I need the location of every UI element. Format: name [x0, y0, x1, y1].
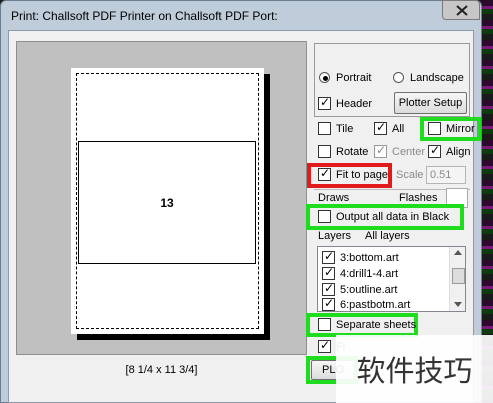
center-checkbox[interactable]	[374, 143, 387, 158]
fit-to-page-checkbox[interactable]	[318, 166, 331, 181]
layer-checkbox[interactable]	[322, 281, 335, 296]
layer-item[interactable]: 5:outline.art	[340, 284, 397, 296]
watermark: 软件技巧	[336, 335, 493, 403]
layer-checkbox[interactable]	[322, 249, 335, 264]
scale-input[interactable]: 0.51	[426, 166, 466, 184]
layer-item[interactable]: 4:drill1-4.art	[340, 268, 398, 280]
tile-label[interactable]: Tile	[336, 123, 353, 135]
separate-sheets-checkbox[interactable]	[318, 318, 331, 331]
all-label[interactable]: All	[392, 123, 404, 135]
all-checkbox[interactable]	[374, 120, 387, 135]
layer-checkbox[interactable]	[322, 296, 335, 311]
layers-scrollbar[interactable]	[449, 247, 465, 311]
output-black-label[interactable]: Output all data in Black	[336, 211, 449, 223]
scale-label: Scale	[396, 169, 424, 181]
output-black-checkbox[interactable]	[318, 210, 331, 223]
draws-label: Draws	[318, 192, 350, 204]
plotter-setup-button[interactable]: Plotter Setup	[394, 92, 467, 114]
portrait-label[interactable]: Portrait	[336, 72, 371, 84]
landscape-label[interactable]: Landscape	[410, 72, 464, 84]
layer-item[interactable]: 6:pastbotm.art	[340, 299, 410, 311]
separate-sheets-label[interactable]: Separate sheets	[336, 319, 416, 331]
scroll-thumb[interactable]	[452, 268, 465, 284]
fit-to-page-label[interactable]: Fit to page	[336, 169, 388, 181]
layer-item[interactable]: 3:bottom.art	[340, 252, 399, 264]
landscape-radio[interactable]	[393, 72, 404, 83]
scroll-down-icon[interactable]	[454, 302, 462, 307]
scroll-up-icon[interactable]	[454, 250, 462, 255]
header-checkbox[interactable]	[318, 95, 331, 110]
mirror-label[interactable]: Mirror	[446, 123, 475, 135]
center-label[interactable]: Center	[392, 146, 425, 158]
board-outline: 13	[78, 141, 256, 264]
layer-checkbox[interactable]	[322, 265, 335, 280]
close-button[interactable]	[442, 0, 480, 20]
partial-option-checkbox[interactable]	[318, 338, 331, 353]
all-layers-label[interactable]: All layers	[365, 230, 410, 242]
close-icon	[456, 5, 468, 16]
rotate-label[interactable]: Rotate	[336, 146, 368, 158]
align-label[interactable]: Align	[446, 146, 470, 158]
paper-size-label: [8 1/4 x 11 3/4]	[125, 364, 198, 376]
tile-checkbox[interactable]	[318, 122, 331, 135]
window-title: Print: Challsoft PDF Printer on Challsof…	[11, 9, 278, 23]
header-label[interactable]: Header	[336, 98, 372, 110]
portrait-radio[interactable]	[319, 72, 330, 83]
flashes-label: Flashes	[399, 192, 438, 204]
align-checkbox[interactable]	[428, 143, 441, 158]
mirror-checkbox[interactable]	[428, 122, 441, 135]
rotate-checkbox[interactable]	[318, 145, 331, 158]
layers-label: Layers	[318, 230, 352, 242]
sheet-number: 13	[160, 195, 174, 210]
